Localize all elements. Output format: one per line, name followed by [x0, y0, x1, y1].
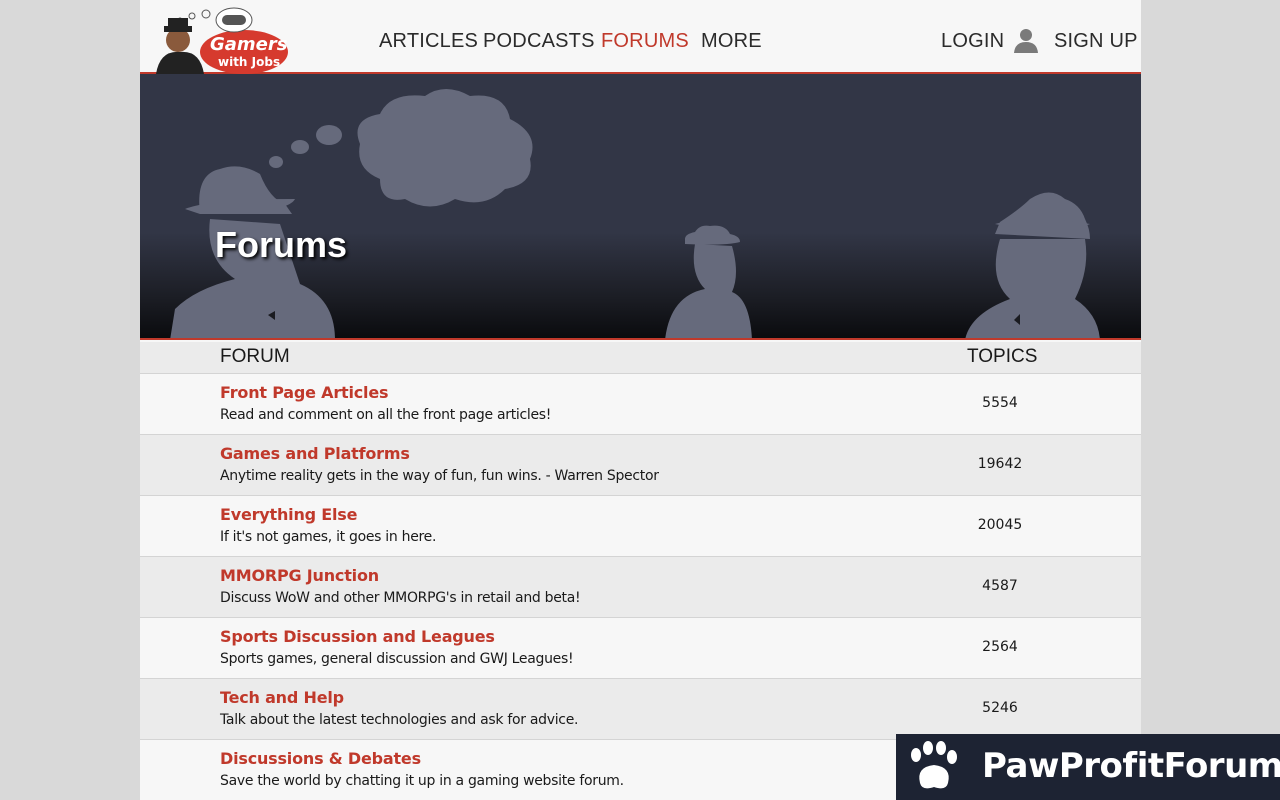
logo-text-with-jobs: with Jobs	[218, 55, 280, 69]
forum-description: Sports games, general discussion and GWJ…	[220, 651, 574, 667]
forum-description: Anytime reality gets in the way of fun, …	[220, 468, 659, 484]
forum-row: Everything Else If it's not games, it go…	[140, 496, 1141, 557]
login-link[interactable]: LOGIN	[941, 28, 1004, 54]
forum-title-link[interactable]: Sports Discussion and Leagues	[220, 627, 495, 646]
page: Gamers with Jobs ARTICLES PODCASTS FORUM…	[140, 0, 1141, 800]
site-header: Gamers with Jobs ARTICLES PODCASTS FORUM…	[140, 0, 1141, 74]
watermark-text: PawProfitForum	[982, 746, 1280, 786]
nav-forums[interactable]: FORUMS	[601, 28, 689, 54]
forum-title-link[interactable]: Everything Else	[220, 505, 357, 524]
signup-link[interactable]: SIGN UP	[1054, 28, 1138, 54]
forum-row: MMORPG Junction Discuss WoW and other MM…	[140, 557, 1141, 618]
forum-topic-count: 5246	[982, 700, 1018, 716]
forum-description: Read and comment on all the front page a…	[220, 407, 552, 423]
pawprofitforum-watermark: PawProfitForum	[896, 734, 1280, 800]
logo-text-gamers: Gamers	[210, 34, 288, 55]
paw-icon	[911, 741, 957, 789]
forum-topic-count: 20045	[977, 517, 1023, 533]
forum-title-link[interactable]: Tech and Help	[220, 688, 344, 707]
forum-topic-count: 5554	[982, 395, 1018, 411]
forum-row: Games and Platforms Anytime reality gets…	[140, 435, 1141, 496]
forum-description: If it's not games, it goes in here.	[220, 529, 437, 545]
forum-topic-count: 2564	[982, 639, 1018, 655]
hero-silhouettes-illustration	[170, 89, 1100, 338]
nav-more[interactable]: MORE	[701, 28, 762, 54]
gamers-with-jobs-logo[interactable]: Gamers with Jobs	[150, 4, 290, 74]
forum-row: Tech and Help Talk about the latest tech…	[140, 679, 1141, 740]
forum-description: Discuss WoW and other MMORPG's in retail…	[220, 590, 581, 606]
forum-description: Save the world by chatting it up in a ga…	[220, 773, 624, 789]
forum-description: Talk about the latest technologies and a…	[220, 712, 579, 728]
forum-table-header: FORUM TOPICS	[140, 342, 1141, 374]
column-header-topics: TOPICS	[967, 346, 1038, 367]
forum-title-link[interactable]: Front Page Articles	[220, 383, 389, 402]
user-silhouette-icon[interactable]	[1013, 27, 1039, 53]
forum-topic-count: 19642	[977, 456, 1023, 472]
forum-row: Front Page Articles Read and comment on …	[140, 374, 1141, 435]
forum-title-link[interactable]: Games and Platforms	[220, 444, 410, 463]
forum-title-link[interactable]: Discussions & Debates	[220, 749, 421, 768]
hero-banner: Forums	[140, 74, 1141, 340]
nav-articles[interactable]: ARTICLES	[379, 28, 478, 54]
nav-podcasts[interactable]: PODCASTS	[483, 28, 595, 54]
forum-row: Sports Discussion and Leagues Sports gam…	[140, 618, 1141, 679]
page-title: Forums	[215, 224, 348, 265]
column-header-forum: FORUM	[220, 346, 290, 367]
forum-topic-count: 4587	[982, 578, 1018, 594]
forum-title-link[interactable]: MMORPG Junction	[220, 566, 379, 585]
